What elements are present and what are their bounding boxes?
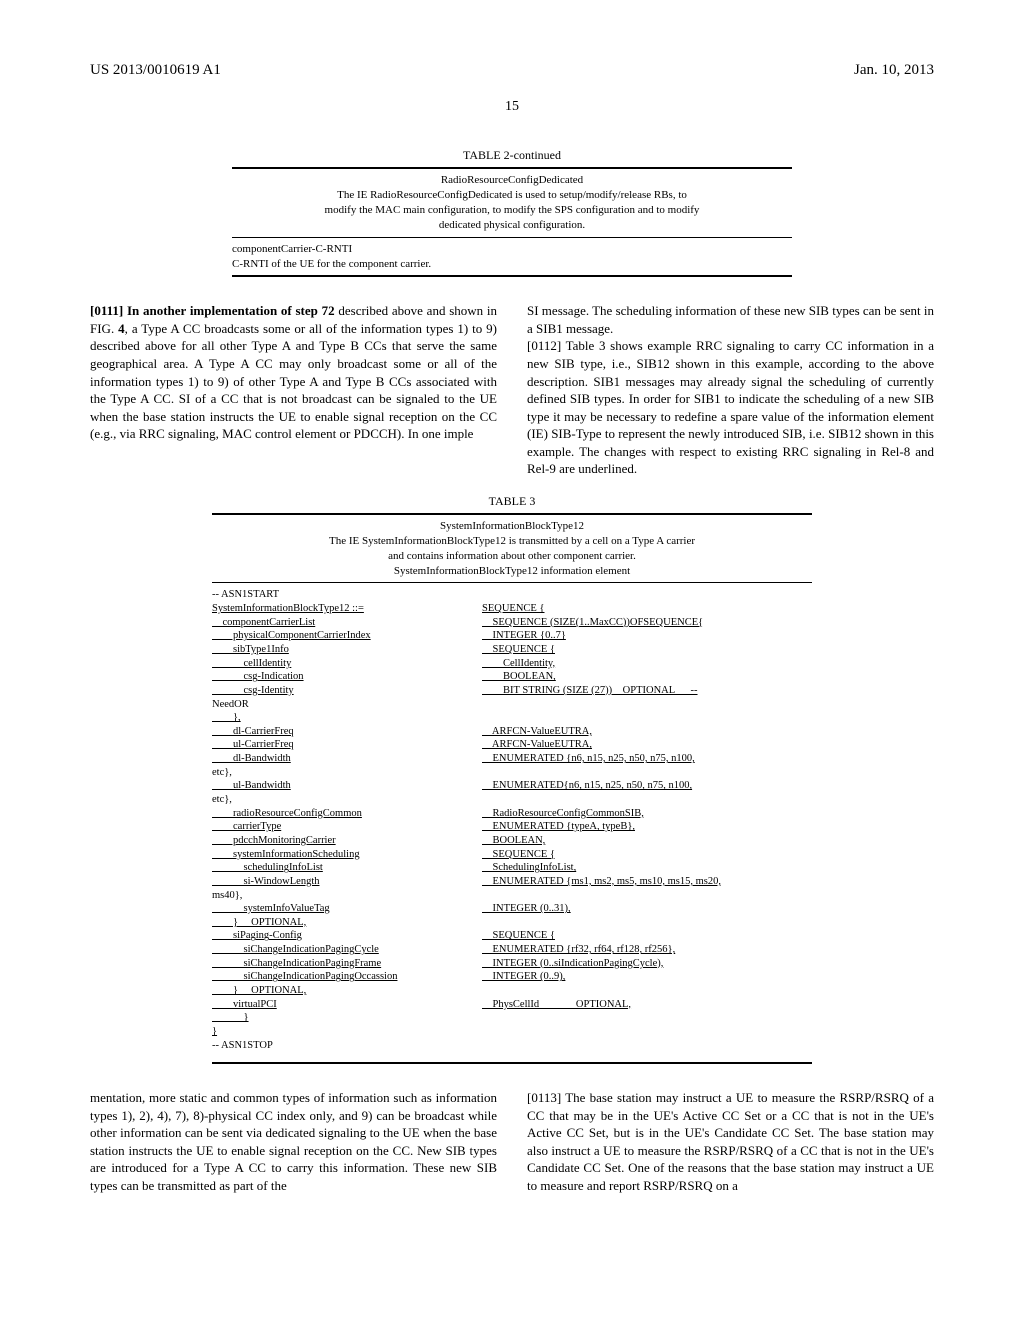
para-0112: [0112] Table 3 shows example RRC signali… — [527, 337, 934, 477]
para-continuation: mentation, more static and common types … — [90, 1089, 497, 1194]
table-3-header-line: The IE SystemInformationBlockType12 is t… — [212, 534, 812, 549]
table-2-header: RadioResourceConfigDedicated The IE Radi… — [232, 167, 792, 237]
table-2-body-line: C-RNTI of the UE for the component carri… — [232, 257, 792, 272]
para-0111-d: SI message. The scheduling information o… — [527, 302, 934, 337]
para-0111-a: [0111] In another implementation of step — [90, 303, 322, 318]
table-3-header: SystemInformationBlockType12 The IE Syst… — [212, 513, 812, 583]
table-2-caption: TABLE 2-continued — [232, 147, 792, 163]
table-3-asn1: -- ASN1STARTSystemInformationBlockType12… — [212, 583, 812, 1062]
step-ref: 72 — [322, 303, 335, 318]
table-2-header-line: The IE RadioResourceConfigDedicated is u… — [232, 188, 792, 203]
right-column-bottom: [0113] The base station may instruct a U… — [527, 1089, 934, 1194]
page-header: US 2013/0010619 A1 Jan. 10, 2013 — [90, 60, 934, 80]
table-3-caption: TABLE 3 — [212, 493, 812, 509]
table-3-header-line: and contains information about other com… — [212, 549, 812, 564]
table-3-header-line: SystemInformationBlockType12 information… — [212, 564, 812, 579]
table-2-header-line: modify the MAC main configuration, to mo… — [232, 203, 792, 218]
right-column-top: SI message. The scheduling information o… — [527, 302, 934, 477]
table-2-body: componentCarrier-C-RNTI C-RNTI of the UE… — [232, 238, 792, 276]
para-0111-c: , a Type A CC broadcasts some or all of … — [90, 321, 497, 441]
left-column-top: [0111] In another implementation of step… — [90, 302, 497, 477]
table-2-header-line: RadioResourceConfigDedicated — [232, 173, 792, 188]
table-3-header-line: SystemInformationBlockType12 — [212, 519, 812, 534]
page-number: 15 — [90, 98, 934, 117]
publication-date: Jan. 10, 2013 — [854, 60, 934, 80]
left-column-bottom: mentation, more static and common types … — [90, 1089, 497, 1194]
table-2-continued: TABLE 2-continued RadioResourceConfigDed… — [232, 147, 792, 277]
para-0113: [0113] The base station may instruct a U… — [527, 1089, 934, 1194]
table-3: TABLE 3 SystemInformationBlockType12 The… — [212, 493, 812, 1064]
patent-number: US 2013/0010619 A1 — [90, 60, 221, 80]
table-2-header-line: dedicated physical configuration. — [232, 218, 792, 233]
table-2-body-line: componentCarrier-C-RNTI — [232, 242, 792, 257]
